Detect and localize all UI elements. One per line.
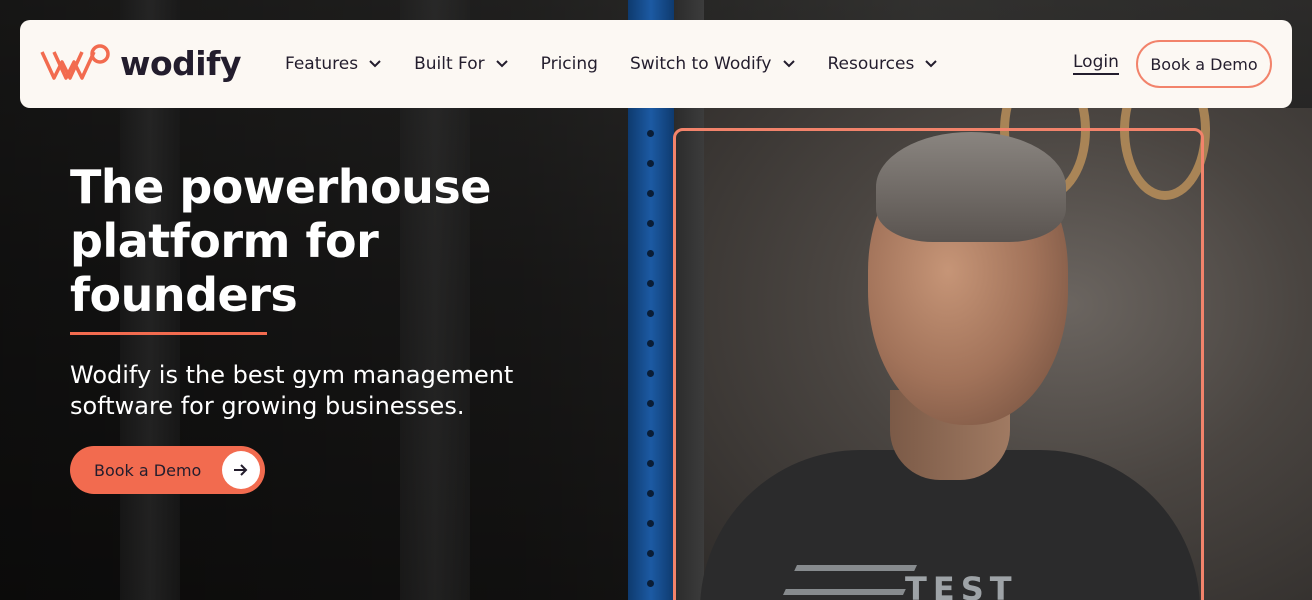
- nav-item-switch-to-wodify[interactable]: Switch to Wodify: [630, 54, 796, 74]
- nav-item-label: Built For: [414, 54, 485, 74]
- nav-item-built-for[interactable]: Built For: [414, 54, 509, 74]
- chevron-down-icon: [925, 60, 938, 68]
- wodify-logo-icon: [40, 44, 110, 80]
- logo-wordmark: wodify: [120, 43, 241, 83]
- arrow-right-icon: [222, 451, 260, 489]
- hero-subtitle: Wodify is the best gym management softwa…: [70, 361, 514, 420]
- video-frame: [673, 128, 1204, 600]
- nav-item-pricing[interactable]: Pricing: [541, 54, 598, 74]
- nav-item-label: Features: [285, 54, 359, 74]
- hero-title-line: The powerhouse: [70, 160, 491, 214]
- hero-underline: [70, 332, 267, 335]
- chevron-down-icon: [495, 60, 508, 68]
- top-navigation: wodify Features Built For Pricing Switch…: [20, 20, 1292, 108]
- hero-title-line: founders: [70, 268, 298, 322]
- book-demo-button-hero[interactable]: Book a Demo: [70, 446, 265, 494]
- book-demo-button-nav[interactable]: Book a Demo: [1136, 40, 1272, 88]
- nav-item-label: Resources: [827, 54, 915, 74]
- nav-item-resources[interactable]: Resources: [828, 54, 939, 74]
- hero-title: The powerhouse platform for founders: [70, 160, 530, 322]
- main-menu: Features Built For Pricing Switch to Wod…: [285, 20, 970, 108]
- cta-label: Book a Demo: [94, 460, 202, 480]
- login-link[interactable]: Login: [1073, 52, 1119, 75]
- chevron-down-icon: [369, 60, 381, 68]
- chevron-down-icon: [782, 60, 795, 68]
- nav-item-label: Pricing: [540, 54, 598, 74]
- hero-title-line: platform for: [70, 214, 379, 268]
- nav-item-features[interactable]: Features: [285, 54, 382, 74]
- wodify-logo[interactable]: wodify: [40, 42, 241, 84]
- nav-item-label: Switch to Wodify: [629, 54, 772, 74]
